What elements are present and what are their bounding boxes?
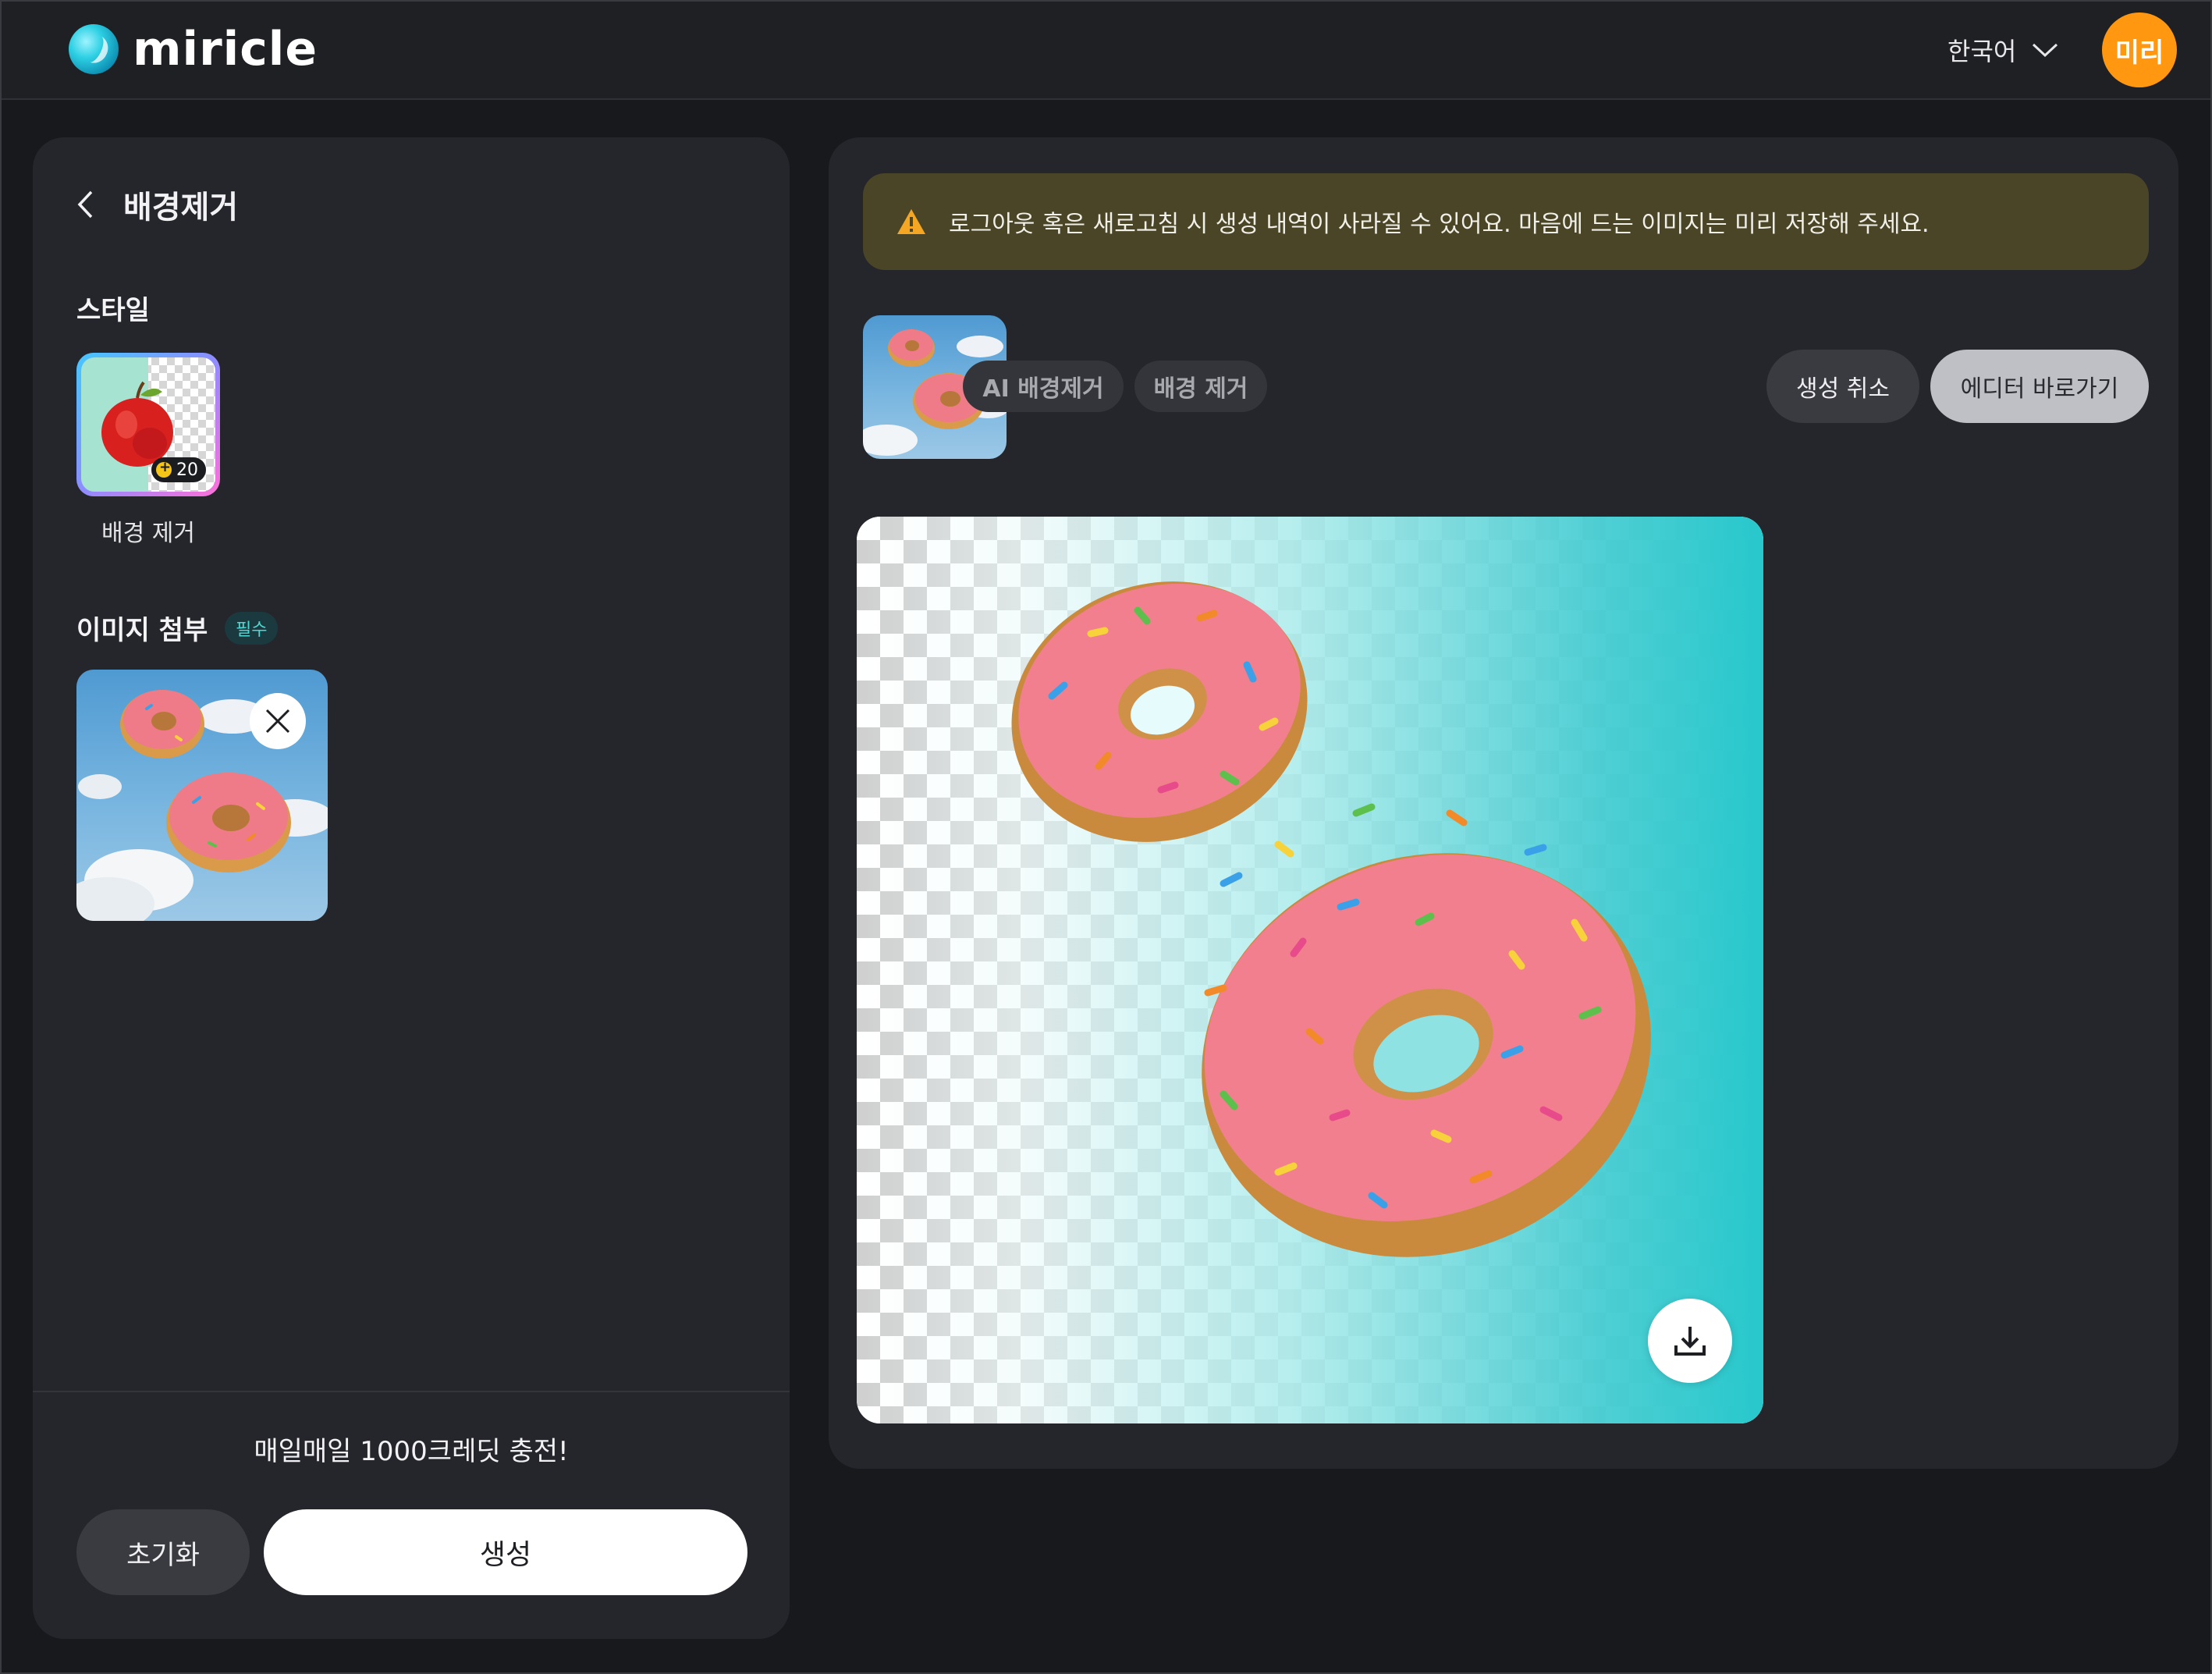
attach-section-label: 이미지 첨부 — [76, 615, 208, 646]
warning-icon — [897, 209, 925, 234]
promo-text: 매일매일 1000크레딧 충전! — [254, 1436, 569, 1467]
donut-cutout-image — [1011, 581, 1651, 1257]
top-bar: miricle 한국어 미리 — [0, 0, 2212, 100]
go-to-editor-button[interactable]: 에디터 바로가기 — [1930, 350, 2149, 423]
style-section-label: 스타일 — [76, 295, 150, 326]
result-panel: 로그아웃 혹은 새로고침 시 생성 내역이 사라질 수 있어요. 마음에 드는 … — [829, 137, 2178, 1469]
brand-name: miricle — [133, 22, 318, 76]
reset-button[interactable]: 초기화 — [76, 1509, 250, 1595]
logo-icon — [69, 24, 119, 74]
attached-image[interactable] — [76, 670, 328, 921]
generate-button[interactable]: 생성 — [264, 1509, 747, 1595]
brand-logo[interactable]: miricle — [69, 22, 318, 76]
download-button[interactable] — [1648, 1299, 1732, 1383]
result-image — [857, 517, 1763, 1423]
chip-background-removal: 배경 제거 — [1134, 361, 1267, 412]
style-card-background-removal[interactable]: 20 — [76, 353, 220, 496]
chip-ai-background-removal: AI 배경제거 — [963, 361, 1124, 412]
language-selector[interactable]: 한국어 — [1947, 28, 2058, 72]
credit-coin-icon — [156, 459, 172, 478]
warning-notice: 로그아웃 혹은 새로고침 시 생성 내역이 사라질 수 있어요. 마음에 드는 … — [863, 173, 2149, 270]
notice-text: 로그아웃 혹은 새로고침 시 생성 내역이 사라질 수 있어요. 마음에 드는 … — [949, 211, 1930, 238]
avatar[interactable]: 미리 — [2102, 12, 2177, 87]
close-icon — [265, 709, 290, 734]
page-title: 배경제거 — [123, 190, 239, 226]
chevron-down-icon — [2033, 43, 2058, 58]
credit-cost: 20 — [176, 460, 198, 480]
back-button[interactable]: 배경제거 — [76, 181, 238, 228]
credit-cost-badge: 20 — [151, 457, 206, 482]
panel-divider — [33, 1391, 790, 1392]
language-label: 한국어 — [1947, 37, 2017, 66]
remove-image-button[interactable] — [250, 693, 306, 749]
style-caption: 배경 제거 — [101, 520, 195, 547]
download-icon — [1674, 1327, 1706, 1356]
back-chevron-icon — [77, 190, 93, 219]
cancel-generation-button[interactable]: 생성 취소 — [1766, 350, 1919, 423]
left-panel: 배경제거 스타일 20 배경 제거 이미지 첨부 필수 — [33, 137, 790, 1639]
style-thumbnail: 20 — [81, 357, 215, 492]
required-badge: 필수 — [225, 612, 279, 645]
